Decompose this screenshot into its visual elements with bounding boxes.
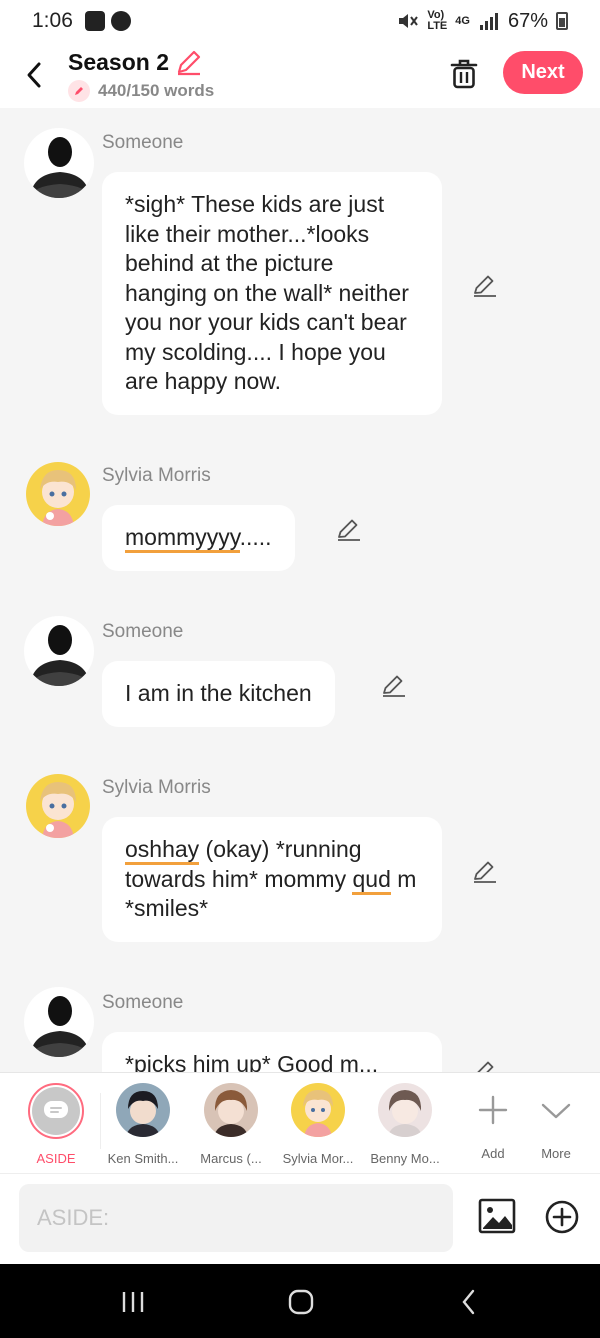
character-label: Sylvia Mor...	[282, 1151, 354, 1166]
gallery-notification-icon	[84, 11, 105, 31]
edit-message-icon[interactable]	[472, 858, 498, 884]
silhouette-avatar-icon	[24, 128, 94, 198]
signal-icon	[479, 13, 498, 30]
plus-icon	[478, 1095, 508, 1125]
edit-message-icon[interactable]	[472, 272, 498, 298]
speech-bubble-icon	[44, 1101, 68, 1118]
avatar[interactable]	[26, 774, 90, 838]
sender-name: Someone	[102, 621, 184, 642]
sender-name: Someone	[102, 992, 184, 1013]
app-notification-icon	[110, 11, 131, 31]
system-nav-bar	[0, 1264, 600, 1338]
input-bar	[0, 1174, 600, 1264]
back-arrow-icon	[27, 62, 41, 88]
home-icon	[288, 1289, 314, 1315]
spellcheck-word: qud	[352, 865, 391, 895]
word-count: 440/150 words	[98, 81, 215, 100]
chat-area[interactable]: Someone *sigh* These kids are just like …	[0, 108, 600, 1072]
character-label: ASIDE	[36, 1151, 76, 1166]
next-button[interactable]: Next	[503, 51, 583, 94]
edit-message-icon[interactable]	[336, 516, 362, 542]
recent-apps-icon	[122, 1292, 144, 1312]
avatar[interactable]	[26, 462, 90, 526]
message-bubble[interactable]: oshhay (okay) *running towards him* momm…	[102, 817, 442, 942]
character-item[interactable]: Benny Mo...	[362, 1083, 448, 1166]
character-selector: ASIDE Ken Smith... Marcus (... Sylvia Mo…	[0, 1072, 600, 1174]
status-time: 1:06	[32, 9, 73, 32]
avatar[interactable]	[24, 616, 94, 686]
avatar[interactable]	[24, 128, 94, 198]
silhouette-avatar-icon	[24, 616, 94, 686]
avatar	[378, 1083, 432, 1137]
delete-button[interactable]	[444, 54, 484, 94]
anime-boy-avatar-icon	[26, 462, 90, 526]
character-item[interactable]: Ken Smith...	[100, 1083, 186, 1166]
brown-hair-boy-avatar-icon	[204, 1083, 258, 1137]
pencil-badge-icon	[68, 80, 90, 102]
character-label: Marcus (...	[200, 1151, 262, 1166]
message-bubble[interactable]: *sigh* These kids are just like their mo…	[102, 172, 442, 415]
back-icon	[462, 1289, 475, 1315]
edit-message-icon[interactable]	[472, 1058, 498, 1072]
more-button[interactable]: More	[513, 1083, 599, 1161]
character-item[interactable]: Marcus (...	[188, 1083, 274, 1166]
status-bar: 1:06 Vo) LTE 4G 67%	[0, 0, 600, 42]
sender-name: Sylvia Morris	[102, 465, 211, 486]
header: Season 2 440/150 words Next	[0, 42, 600, 108]
anime-boy-avatar-icon	[26, 774, 90, 838]
battery-icon	[556, 12, 568, 30]
spellcheck-word: mommyyyy	[125, 524, 240, 553]
back-button[interactable]	[0, 42, 68, 108]
network-type: 4G	[455, 14, 470, 27]
image-picker-icon[interactable]	[478, 1198, 516, 1234]
message-bubble[interactable]: mommyyyy.....	[102, 505, 295, 571]
message-input[interactable]	[19, 1184, 453, 1252]
aside-button[interactable]	[28, 1083, 84, 1139]
avatar	[116, 1083, 170, 1137]
edit-message-icon[interactable]	[381, 672, 407, 698]
trash-icon	[450, 59, 478, 89]
message-bubble[interactable]: *picks him up* Good m...	[102, 1032, 442, 1072]
character-item[interactable]: Sylvia Mor...	[275, 1083, 361, 1166]
character-aside[interactable]: ASIDE	[13, 1083, 99, 1166]
recent-apps-button[interactable]	[113, 1286, 153, 1318]
volte-indicator: Vo) LTE	[427, 9, 448, 32]
sender-name: Someone	[102, 132, 184, 153]
anime-boy-avatar-icon	[291, 1083, 345, 1137]
sender-name: Sylvia Morris	[102, 777, 211, 798]
character-label: Ken Smith...	[107, 1151, 179, 1166]
silhouette-avatar-icon	[24, 987, 94, 1057]
avatar	[204, 1083, 258, 1137]
avatar	[291, 1083, 345, 1137]
light-hair-boy-avatar-icon	[378, 1083, 432, 1137]
dark-hair-boy-avatar-icon	[116, 1083, 170, 1137]
spellcheck-word: oshhay	[125, 836, 200, 865]
character-label: Benny Mo...	[370, 1151, 440, 1166]
mute-icon	[399, 14, 419, 28]
battery-percent: 67%	[507, 9, 548, 32]
edit-title-icon[interactable]	[175, 48, 203, 76]
system-back-button[interactable]	[449, 1286, 489, 1318]
home-button[interactable]	[281, 1286, 321, 1318]
add-circle-icon[interactable]	[545, 1200, 579, 1234]
avatar[interactable]	[24, 987, 94, 1057]
story-title: Season 2	[68, 48, 169, 75]
chevron-down-icon	[541, 1103, 571, 1119]
message-bubble[interactable]: I am in the kitchen	[102, 661, 335, 727]
